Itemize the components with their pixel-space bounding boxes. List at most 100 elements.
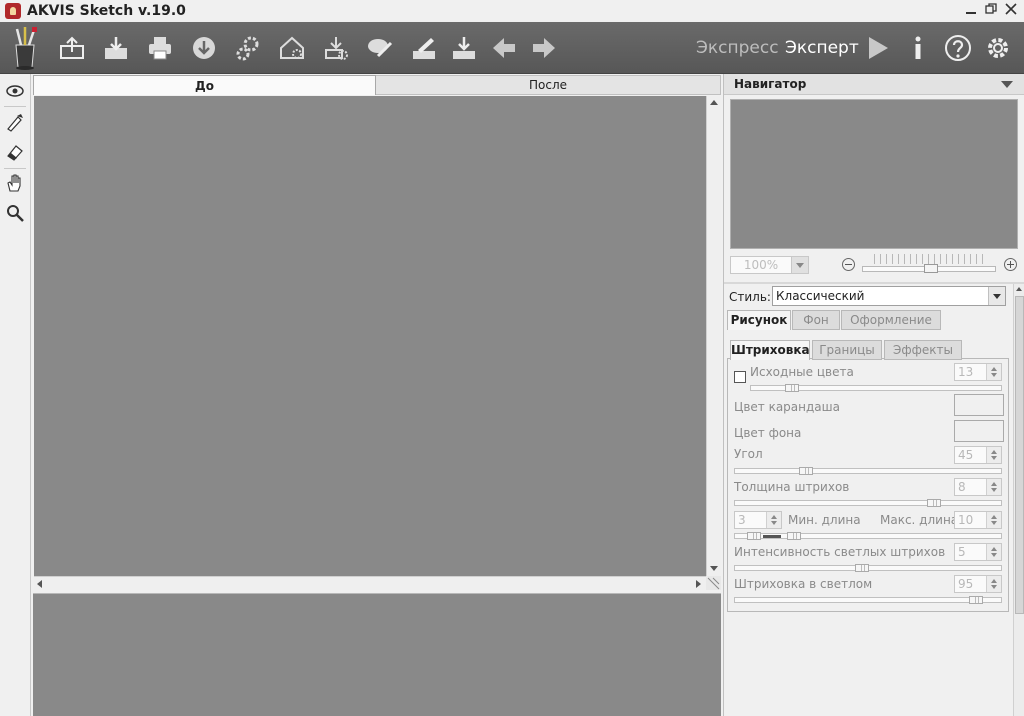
background-color-swatch[interactable] (954, 420, 1004, 442)
minimize-icon[interactable] (964, 2, 978, 16)
zoom-value-field[interactable]: 100% (730, 256, 792, 274)
angle-input[interactable]: 45 (954, 446, 1002, 464)
slider-thumb-min[interactable] (747, 532, 761, 540)
window-controls (964, 2, 1018, 16)
scroll-left-icon[interactable] (37, 580, 42, 588)
pencil-color-label: Цвет карандаша (734, 400, 840, 414)
stroke-thickness-slider[interactable] (734, 499, 1002, 507)
slider-thumb-max[interactable] (787, 532, 801, 540)
zoom-out-icon[interactable] (842, 258, 855, 271)
navigator-title: Навигатор (734, 77, 807, 91)
vertical-scrollbar[interactable] (706, 96, 721, 576)
scroll-corner (706, 576, 721, 590)
save-icon[interactable] (100, 32, 132, 64)
source-colors-slider[interactable] (750, 384, 1002, 392)
batch-processing-icon[interactable] (232, 32, 264, 64)
slider-thumb[interactable] (969, 596, 983, 604)
scrollbar-thumb[interactable] (1015, 296, 1024, 614)
redo-arrow-icon[interactable] (528, 32, 560, 64)
undo-arrow-icon[interactable] (488, 32, 520, 64)
chevron-down-icon[interactable] (988, 287, 1005, 305)
slider-thumb[interactable] (785, 384, 799, 392)
min-length-label: Мин. длина (788, 513, 861, 527)
slider-thumb[interactable] (927, 499, 941, 507)
close-icon[interactable] (1004, 2, 1018, 16)
eraser-icon[interactable] (4, 141, 26, 163)
light-strokes-intensity-input[interactable]: 5 (954, 543, 1002, 561)
light-strokes-intensity-label: Интенсивность светлых штрихов (734, 545, 946, 559)
open-icon[interactable] (56, 32, 88, 64)
tools-separator (4, 168, 26, 169)
tab-decoration[interactable]: Оформление (841, 310, 941, 330)
secondary-canvas (33, 593, 721, 716)
settings-panel: Навигатор 100% Стиль: Классический Рисун… (723, 74, 1024, 716)
source-colors-input[interactable]: 13 (954, 363, 1002, 381)
max-length-label: Макс. длина (880, 513, 959, 527)
slider-thumb[interactable] (799, 467, 813, 475)
app-logo-icon (5, 3, 21, 19)
min-length-input[interactable]: 3 (734, 511, 782, 529)
light-hatching-label: Штриховка в светлом (734, 577, 873, 591)
load-strokes-icon[interactable] (408, 32, 440, 64)
stroke-direction-icon[interactable] (4, 111, 26, 133)
tab-drawing[interactable]: Рисунок (727, 310, 791, 330)
light-strokes-intensity-slider[interactable] (734, 564, 1002, 572)
max-length-input[interactable]: 10 (954, 511, 1002, 529)
settings-scrollbar[interactable] (1013, 284, 1024, 716)
light-hatching-input[interactable]: 95 (954, 575, 1002, 593)
zoom-slider-thumb[interactable] (924, 264, 938, 273)
angle-slider[interactable] (734, 467, 1002, 475)
help-icon[interactable] (942, 32, 974, 64)
scroll-up-icon[interactable] (1016, 287, 1022, 291)
style-select[interactable]: Классический (772, 286, 1006, 306)
info-icon[interactable] (902, 32, 934, 64)
image-canvas[interactable] (34, 96, 706, 576)
stroke-thickness-input[interactable]: 8 (954, 478, 1002, 496)
save-preset-icon[interactable] (320, 32, 352, 64)
background-color-label: Цвет фона (734, 426, 802, 440)
light-hatching-slider[interactable] (734, 596, 1002, 604)
horizontal-scrollbar[interactable] (34, 576, 706, 590)
zoom-magnifier-icon[interactable] (4, 202, 26, 224)
zoom-scale-ticks (874, 254, 984, 264)
length-range-slider[interactable] (734, 532, 1002, 540)
stroke-thickness-label: Толщина штрихов (734, 480, 850, 494)
image-view-tabs: До После (33, 75, 721, 95)
tab-before[interactable]: До (33, 75, 376, 95)
navigator-preview[interactable] (730, 99, 1018, 249)
share-icon[interactable] (188, 32, 220, 64)
hand-icon[interactable] (4, 172, 26, 194)
mode-expert-button[interactable]: Эксперт (785, 38, 859, 58)
scroll-up-icon[interactable] (710, 100, 718, 105)
window-title: AKVIS Sketch v.19.0 (27, 3, 186, 19)
pencil-color-swatch[interactable] (954, 394, 1004, 416)
settings-gear-icon[interactable] (982, 32, 1014, 64)
scroll-down-icon[interactable] (710, 566, 718, 571)
mode-express-button[interactable]: Экспресс (696, 38, 779, 58)
zoom-dropdown-button[interactable] (791, 256, 809, 274)
load-preset-icon[interactable] (276, 32, 308, 64)
tab-background[interactable]: Фон (792, 310, 840, 330)
tab-after[interactable]: После (376, 75, 721, 95)
run-play-icon[interactable] (862, 32, 894, 64)
tab-effects[interactable]: Эффекты (884, 340, 962, 360)
slider-thumb[interactable] (855, 564, 869, 572)
zoom-in-icon[interactable] (1004, 258, 1017, 271)
save-strokes-icon[interactable] (448, 32, 480, 64)
style-label: Стиль: (729, 290, 771, 304)
source-colors-checkbox[interactable] (734, 371, 746, 383)
tools-separator (4, 106, 26, 107)
title-bar: AKVIS Sketch v.19.0 (0, 0, 1024, 22)
tab-edges[interactable]: Границы (812, 340, 882, 360)
print-icon[interactable] (144, 32, 176, 64)
angle-label: Угол (734, 447, 763, 461)
scroll-right-icon[interactable] (696, 580, 701, 588)
collapse-triangle-icon[interactable] (1001, 81, 1013, 88)
tab-hatching[interactable]: Штриховка (730, 340, 810, 360)
restore-icon[interactable] (984, 2, 998, 16)
slider-range-fill (763, 535, 781, 538)
pencil-cup-logo-icon (8, 25, 42, 71)
preview-window-icon[interactable] (4, 80, 26, 102)
source-colors-label: Исходные цвета (750, 365, 854, 379)
palette-brush-icon[interactable] (364, 32, 396, 64)
